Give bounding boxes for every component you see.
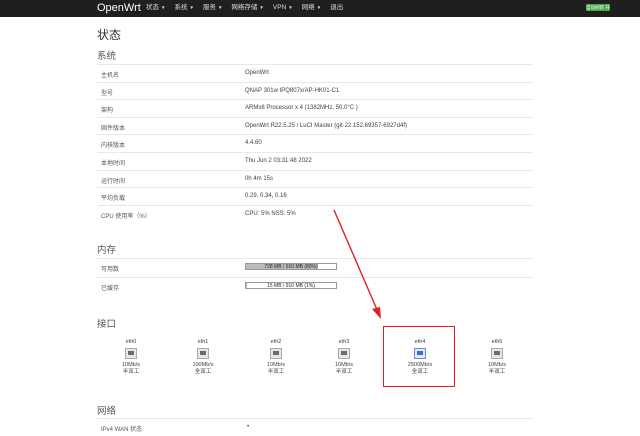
row-value: OpenWrt R22.5.25 / LuCI Master (git-22.1… bbox=[245, 122, 407, 129]
system-row: 平均负载 0.29, 0.34, 0.16 bbox=[97, 187, 533, 205]
progress-label: 15 MB / 910 MB (1%) bbox=[267, 283, 315, 289]
caret-down-icon: ▼ bbox=[259, 5, 264, 10]
row-value: OpenWrt bbox=[245, 70, 269, 76]
system-row: 固件版本 OpenWrt R22.5.25 / LuCI Master (git-… bbox=[97, 116, 533, 135]
port-speed: 10Mb/s bbox=[334, 362, 354, 368]
port-duplex: 半双工 bbox=[335, 369, 353, 375]
menu-label: 状态 bbox=[146, 4, 159, 11]
memory-progress-bar: 728 MB / 910 MB (80%) bbox=[245, 263, 337, 270]
menu-label: 网络 bbox=[301, 4, 315, 11]
port-duplex: 全双工 bbox=[194, 369, 212, 375]
ethernet-port-icon bbox=[270, 348, 282, 359]
ethernet-port-icon bbox=[125, 348, 137, 359]
section-title-memory: 内存 bbox=[97, 245, 117, 256]
memory-progress-bar: 15 MB / 910 MB (1%) bbox=[245, 282, 337, 289]
progress-label: 728 MB / 910 MB (80%) bbox=[264, 264, 318, 270]
row-value: ARMv8 Processor x 4 (1382MHz, 50.0°C ) bbox=[245, 105, 358, 112]
menu-logout[interactable]: 退出 bbox=[330, 0, 343, 16]
port-name: eth2 bbox=[270, 339, 282, 345]
port-eth1[interactable]: eth1 100Mb/s 全双工 bbox=[183, 339, 223, 376]
auto-refresh-badge[interactable]: 自动刷新 开 bbox=[586, 4, 610, 11]
system-row: 内核版本 4.4.60 bbox=[97, 134, 533, 152]
section-title-interfaces: 接口 bbox=[97, 319, 117, 330]
system-row: 运行时间 0h 4m 15s bbox=[97, 169, 533, 188]
brand-logo[interactable]: OpenWrt bbox=[97, 0, 141, 16]
memory-row: 已缓存 15 MB / 910 MB (1%) bbox=[97, 277, 533, 295]
row-key: 可用数 bbox=[101, 267, 120, 273]
menu-label: 服务 bbox=[202, 4, 216, 11]
row-key: 运行时间 bbox=[101, 178, 126, 185]
row-value: 0.29, 0.34, 0.16 bbox=[245, 193, 287, 200]
ethernet-port-icon bbox=[491, 348, 503, 359]
menu-vpn[interactable]: VPN ▼ bbox=[273, 0, 293, 16]
top-navbar: OpenWrt 状态 ▼ 系统 ▼ 服务 ▼ 网络存储 ▼ VPN ▼ 网络 ▼ 退出 自动… bbox=[0, 0, 640, 17]
port-name: eth0 bbox=[125, 339, 137, 345]
system-row: 架构 ARMv8 Processor x 4 (1382MHz, 50.0°C ) bbox=[97, 99, 533, 117]
port-eth2[interactable]: eth2 10Mb/s 半双工 bbox=[256, 339, 296, 376]
row-key: 已缓存 bbox=[101, 286, 120, 292]
caret-down-icon: ▼ bbox=[316, 5, 322, 10]
row-value: 4.4.60 bbox=[245, 140, 262, 147]
port-name: eth5 bbox=[491, 339, 503, 345]
port-duplex: 半双工 bbox=[267, 369, 285, 375]
port-speed: 10Mb/s bbox=[266, 362, 286, 368]
caret-down-icon: ▼ bbox=[161, 5, 166, 10]
row-key: 固件版本 bbox=[101, 125, 126, 132]
port-speed: 10Mb/s bbox=[487, 362, 507, 368]
port-eth3[interactable]: eth3 10Mb/s 半双工 bbox=[324, 339, 364, 376]
row-value: Thu Jun 2 03:31:48 2022 bbox=[245, 158, 312, 164]
annotation-highlight-box bbox=[383, 326, 455, 387]
section-title-network: 网络 bbox=[97, 406, 117, 417]
row-value: 0h 4m 15s bbox=[245, 175, 274, 182]
system-row: 型号 QNAP 301w IPQ807x/AP-HK01-C1 bbox=[97, 81, 533, 100]
menu-system[interactable]: 系统 ▼ bbox=[174, 0, 193, 16]
row-value: QNAP 301w IPQ807x/AP-HK01-C1 bbox=[245, 87, 340, 94]
ethernet-port-icon bbox=[338, 348, 350, 359]
row-key: 架构 bbox=[101, 108, 114, 115]
row-key: IPv4 WAN 状态 bbox=[101, 427, 143, 433]
menu-services[interactable]: 服务 ▼ bbox=[203, 0, 222, 16]
row-key: 平均负载 bbox=[101, 196, 126, 203]
caret-down-icon: ▼ bbox=[217, 5, 223, 10]
row-key: 本地时间 bbox=[101, 161, 126, 167]
memory-row: 可用数 728 MB / 910 MB (80%) bbox=[97, 258, 533, 276]
caret-down-icon: ▼ bbox=[189, 5, 194, 10]
port-eth0[interactable]: eth0 10Mb/s 半双工 bbox=[111, 339, 151, 376]
system-row: 本地时间 Thu Jun 2 03:31:48 2022 bbox=[97, 152, 533, 170]
row-key: CPU 使用率（%） bbox=[101, 213, 151, 220]
menu-label: VPN bbox=[272, 4, 287, 11]
port-name: eth3 bbox=[338, 339, 350, 345]
port-duplex: 半双工 bbox=[122, 369, 140, 375]
port-speed: 10Mb/s bbox=[121, 362, 141, 368]
section-title-system: 系统 bbox=[97, 51, 117, 62]
network-row: IPv4 WAN 状态 • bbox=[97, 418, 533, 436]
row-key: 型号 bbox=[101, 90, 114, 97]
menu-nas[interactable]: 网络存储 ▼ bbox=[231, 0, 263, 16]
system-row: 主机名 OpenWrt bbox=[97, 64, 533, 82]
row-key: 内核版本 bbox=[101, 143, 126, 150]
row-value: CPU: 5% NSS: 5% bbox=[245, 210, 296, 217]
row-key: 主机名 bbox=[101, 73, 120, 79]
menu-label: 系统 bbox=[174, 4, 188, 11]
port-speed: 100Mb/s bbox=[192, 362, 214, 368]
port-duplex: 半双工 bbox=[488, 369, 506, 375]
info-icon: • bbox=[247, 424, 250, 430]
ethernet-port-icon bbox=[197, 348, 209, 359]
menu-network[interactable]: 网络 ▼ bbox=[302, 0, 321, 16]
main-menu: 状态 ▼ 系统 ▼ 服务 ▼ 网络存储 ▼ VPN ▼ 网络 ▼ 退出 bbox=[146, 0, 352, 16]
menu-label: 网络存储 bbox=[231, 4, 258, 11]
menu-status[interactable]: 状态 ▼ bbox=[146, 0, 165, 16]
port-eth5[interactable]: eth5 10Mb/s 半双工 bbox=[477, 339, 517, 376]
caret-down-icon: ▼ bbox=[288, 5, 293, 10]
page-title: 状态 bbox=[97, 28, 122, 42]
system-row: CPU 使用率（%） CPU: 5% NSS: 5% bbox=[97, 204, 533, 223]
port-name: eth1 bbox=[197, 339, 209, 345]
